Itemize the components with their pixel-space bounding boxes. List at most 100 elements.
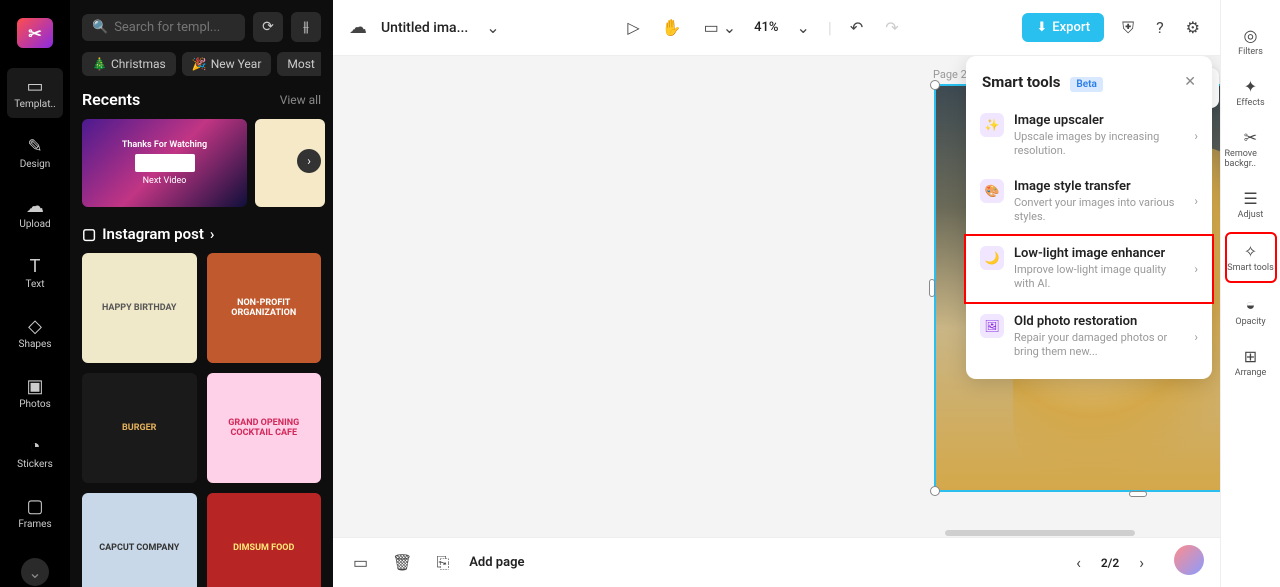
redo-icon[interactable]: ↷ <box>881 14 902 41</box>
template-card[interactable]: GRAND OPENING COCKTAIL CAFE <box>207 373 322 483</box>
chevron-right-icon: › <box>1194 262 1198 276</box>
canvas-area[interactable]: Page 2 ⧉ ⇵ ⎘ ⋯ Smart tools Beta ✕ <box>333 56 1220 537</box>
undo-icon[interactable]: ↶ <box>846 14 867 41</box>
tag-most[interactable]: Most <box>277 52 321 76</box>
chevron-down-icon[interactable]: ⌄ <box>482 14 503 41</box>
rail-effects[interactable]: ✦ Effects <box>1225 69 1277 116</box>
template-card[interactable]: CAPCUT COMPANY <box>82 493 197 587</box>
layers-icon[interactable]: ▭ <box>349 549 372 576</box>
tool-style-transfer[interactable]: 🎨 Image style transfer Convert your imag… <box>966 169 1212 235</box>
shield-icon[interactable]: ⛨ <box>1118 14 1138 42</box>
text-icon: T <box>30 256 41 277</box>
resize-handle[interactable] <box>930 486 940 496</box>
chevron-down-icon[interactable]: ⌄ <box>793 14 814 41</box>
tool-name: Old photo restoration <box>1014 314 1184 329</box>
tool-desc: Convert your images into various styles. <box>1014 196 1184 225</box>
smart-tools-popover: Smart tools Beta ✕ ✨ Image upscaler Upsc… <box>966 56 1212 379</box>
zoom-level[interactable]: 41% <box>754 20 778 35</box>
view-all-link[interactable]: View all <box>280 93 321 107</box>
pointer-icon[interactable]: ▷ <box>623 14 643 41</box>
nav-more[interactable]: ⌄ <box>21 558 49 586</box>
resize-handle[interactable] <box>929 279 935 297</box>
upscaler-icon: ✨ <box>980 113 1004 137</box>
close-icon[interactable]: ✕ <box>1184 74 1196 90</box>
tag-row: 🎄Christmas 🎉New Year Most <box>82 52 321 76</box>
nav-upload[interactable]: ☁ Upload <box>7 188 63 238</box>
smart-tools-icon: ✧ <box>1244 242 1257 261</box>
recent-card[interactable]: Thanks For Watching Next Video <box>82 119 247 207</box>
nav-label: Frames <box>18 519 51 530</box>
add-page-button[interactable]: Add page <box>469 555 524 570</box>
section-instagram[interactable]: ▢ Instagram post › <box>82 225 321 243</box>
beta-badge: Beta <box>1070 77 1102 92</box>
right-tools-rail: ◎ Filters ✦ Effects ✂ Remove backgr.. ☰ … <box>1220 0 1280 587</box>
export-button[interactable]: ⬇ Export <box>1022 13 1104 42</box>
cloud-icon[interactable]: ☁ <box>349 17 367 38</box>
tool-name: Image upscaler <box>1014 113 1184 128</box>
horizontal-scrollbar[interactable] <box>945 530 1135 536</box>
nav-text[interactable]: T Text <box>7 248 63 298</box>
tag-newyear[interactable]: 🎉New Year <box>182 52 272 76</box>
rail-smart-tools[interactable]: ✧ Smart tools <box>1225 232 1277 283</box>
search-input[interactable] <box>114 20 235 35</box>
rail-arrange[interactable]: ⊞ Arrange <box>1225 339 1277 386</box>
nav-label: Text <box>25 279 44 290</box>
help-icon[interactable]: ? <box>1152 14 1168 41</box>
document-title[interactable]: Untitled ima... <box>381 20 468 36</box>
rail-filters[interactable]: ◎ Filters <box>1225 18 1277 65</box>
template-card[interactable]: BURGER <box>82 373 197 483</box>
page-counter: 2/2 <box>1101 556 1119 570</box>
nav-templates[interactable]: ▭ Templat.. <box>7 68 63 118</box>
nav-design[interactable]: ✎ Design <box>7 128 63 178</box>
nav-stickers[interactable]: ◔ Stickers <box>7 428 63 478</box>
gear-icon[interactable]: ⚙ <box>1182 14 1204 41</box>
rail-remove-bg[interactable]: ✂ Remove backgr.. <box>1225 120 1277 177</box>
chevron-right-icon: › <box>1194 129 1198 143</box>
tool-image-upscaler[interactable]: ✨ Image upscaler Upscale images by incre… <box>966 103 1212 169</box>
nav-label: Design <box>20 159 51 170</box>
resize-icon[interactable]: ▭ ⌄ <box>700 14 741 41</box>
templates-icon: ▭ <box>26 76 43 97</box>
bottom-bar: ▭ 🗑 ⎘ Add page ‹ 2/2 › <box>333 537 1220 587</box>
search-input-wrap[interactable]: 🔍 <box>82 14 245 41</box>
app-logo[interactable]: ✂ <box>17 18 53 48</box>
template-card[interactable]: NON-PROFIT ORGANIZATION <box>207 253 322 363</box>
nav-frames[interactable]: ▢ Frames <box>7 488 63 538</box>
tag-christmas[interactable]: 🎄Christmas <box>82 52 176 76</box>
tool-name: Low-light image enhancer <box>1014 246 1184 261</box>
trash-icon[interactable]: 🗑 <box>388 549 416 576</box>
rail-label: Remove backgr.. <box>1225 149 1277 169</box>
rail-opacity[interactable]: ◒ Opacity <box>1225 287 1277 335</box>
tool-low-light-enhancer[interactable]: 🌙 Low-light image enhancer Improve low-l… <box>964 234 1214 304</box>
prev-page-icon[interactable]: ‹ <box>1072 549 1085 576</box>
template-card[interactable]: HAPPY BIRTHDAY <box>82 253 197 363</box>
next-page-icon[interactable]: › <box>1135 549 1148 576</box>
design-icon: ✎ <box>27 136 42 157</box>
filter-button[interactable]: ⫵ <box>291 12 321 42</box>
resize-handle[interactable] <box>930 80 940 90</box>
template-card[interactable]: DIMSUM FOOD <box>207 493 322 587</box>
hand-icon[interactable]: ✋ <box>658 14 686 41</box>
nav-label: Photos <box>19 399 51 410</box>
export-icon: ⬇ <box>1036 20 1047 35</box>
rail-adjust[interactable]: ☰ Adjust <box>1225 181 1277 228</box>
recent-card-line: Next Video <box>143 176 187 186</box>
nav-photos[interactable]: ▣ Photos <box>7 368 63 418</box>
ai-assistant-button[interactable] <box>1174 545 1204 575</box>
tag-label: Most <box>287 57 314 71</box>
nav-shapes[interactable]: ◇ Shapes <box>7 308 63 358</box>
section-title: Instagram post <box>102 225 204 243</box>
lowlight-icon: 🌙 <box>980 246 1004 270</box>
scroll-right-button[interactable]: › <box>297 149 321 173</box>
rail-label: Smart tools <box>1227 263 1274 273</box>
instagram-icon: ▢ <box>82 225 96 243</box>
party-icon: 🎉 <box>192 57 207 71</box>
add-page-icon[interactable]: ⎘ <box>432 549 453 577</box>
rail-label: Filters <box>1238 47 1263 57</box>
restore-icon: 🖼 <box>980 314 1004 338</box>
tool-old-photo-restoration[interactable]: 🖼 Old photo restoration Repair your dama… <box>966 304 1212 370</box>
crop-button[interactable]: ⟳ <box>253 12 283 42</box>
arrange-icon: ⊞ <box>1244 347 1257 366</box>
search-icon: 🔍 <box>92 20 108 35</box>
resize-handle[interactable] <box>1129 491 1147 497</box>
